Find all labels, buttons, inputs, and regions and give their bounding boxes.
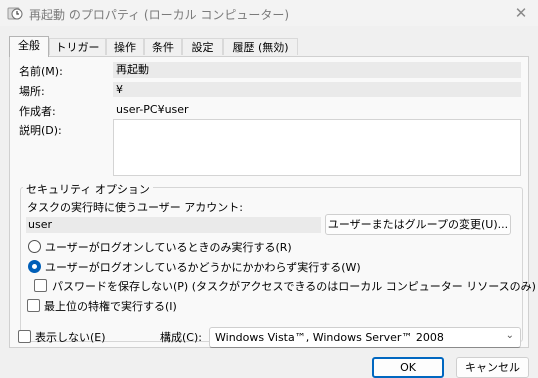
radio-logged-on-only[interactable] [28,240,41,253]
hidden-label[interactable]: 表示しない(E) [35,329,106,345]
highest-privileges-label[interactable]: 最上位の特権で実行する(I) [44,298,177,314]
change-user-button[interactable]: ユーザーまたはグループの変更(U)... [325,214,511,235]
cancel-button[interactable]: キャンセル [456,357,529,378]
author-label: 作成者: [19,105,56,118]
title-bar: 再起動 のプロパティ (ローカル コンピューター) ✕ [0,0,538,26]
author-field: user-PC¥user [116,103,189,116]
ok-button[interactable]: OK [372,357,444,378]
no-store-password-label[interactable]: パスワードを保存しない(P) (タスクがアクセスできるのはローカル コンピュータ… [52,278,536,294]
name-field[interactable]: 再起動 [113,62,521,78]
radio-whether-logged-on-label[interactable]: ユーザーがログオンしているかどうかにかかわらず実行する(W) [45,259,361,275]
tab-history[interactable]: 履歴 (無効) [223,38,298,55]
account-prompt: タスクの実行時に使うユーザー アカウント: [27,201,243,214]
description-textarea[interactable] [113,119,521,176]
tab-settings[interactable]: 設定 [182,38,223,55]
name-label: 名前(M): [19,65,63,78]
configure-select[interactable]: Windows Vista™, Windows Server™ 2008 ⌄ [209,327,521,348]
configure-label: 構成(C): [160,331,202,344]
account-field: user [26,217,321,233]
chevron-down-icon: ⌄ [505,330,514,341]
window-title: 再起動 のプロパティ (ローカル コンピューター) [29,8,290,22]
highest-privileges-checkbox[interactable] [27,299,40,312]
no-store-password-checkbox[interactable] [34,279,47,292]
radio-whether-logged-on[interactable] [28,260,41,273]
hidden-checkbox[interactable] [18,330,31,343]
tab-general[interactable]: 全般 [9,36,49,57]
close-icon: ✕ [514,4,528,22]
tab-actions[interactable]: 操作 [106,38,144,55]
description-label: 説明(D): [19,124,62,137]
tab-triggers[interactable]: トリガー [49,38,106,55]
close-button[interactable]: ✕ [510,3,532,23]
security-options-title: セキュリティ オプション [23,181,153,197]
location-label: 場所: [19,85,45,98]
configure-selected-value: Windows Vista™, Windows Server™ 2008 [215,331,444,344]
tab-conditions[interactable]: 条件 [144,38,182,55]
location-field: ¥ [113,82,521,97]
radio-logged-on-only-label[interactable]: ユーザーがログオンしているときのみ実行する(R) [45,239,292,255]
task-clock-icon [7,5,23,21]
